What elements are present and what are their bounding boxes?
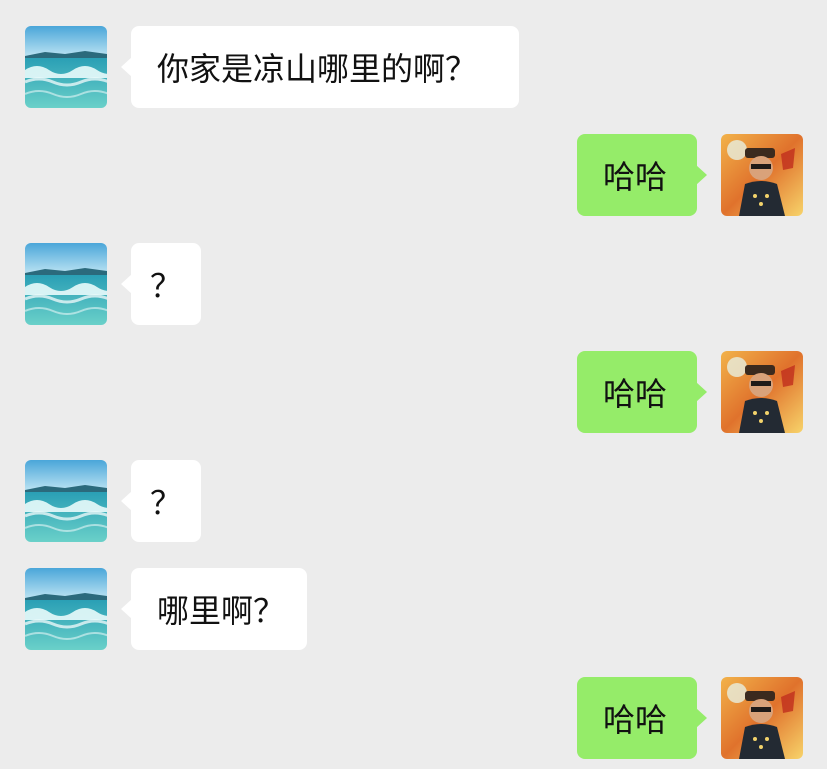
sea-waves-icon xyxy=(25,243,107,325)
message-bubble[interactable]: 你家是凉山哪里的啊？ xyxy=(121,26,519,108)
message-bubble[interactable]: 哈哈 xyxy=(577,351,707,433)
cartoon-character-icon xyxy=(721,677,803,759)
message-text: ？ xyxy=(149,484,182,522)
message-bubble[interactable]: 哪里啊？ xyxy=(121,568,307,650)
contact-avatar[interactable] xyxy=(25,568,107,650)
my-avatar[interactable] xyxy=(721,677,803,759)
message-text: 哪里啊？ xyxy=(157,592,286,630)
message-text: 哈哈 xyxy=(603,701,668,739)
sea-waves-icon xyxy=(25,26,107,108)
message-bubble[interactable]: 哈哈 xyxy=(577,677,707,759)
message-bubble[interactable]: ？ xyxy=(121,460,201,542)
chat-area: 你家是凉山哪里的啊？ 哈哈 ？ 哈哈 ？ 哪里啊？ 哈哈 xyxy=(0,0,827,769)
message-text: 你家是凉山哪里的啊？ xyxy=(157,50,478,88)
my-avatar[interactable] xyxy=(721,351,803,433)
message-text: 哈哈 xyxy=(603,375,668,413)
my-avatar[interactable] xyxy=(721,134,803,216)
cartoon-character-icon xyxy=(721,134,803,216)
message-bubble[interactable]: ？ xyxy=(121,243,201,325)
message-text: 哈哈 xyxy=(603,158,668,196)
contact-avatar[interactable] xyxy=(25,243,107,325)
sea-waves-icon xyxy=(25,568,107,650)
contact-avatar[interactable] xyxy=(25,26,107,108)
sea-waves-icon xyxy=(25,460,107,542)
contact-avatar[interactable] xyxy=(25,460,107,542)
message-text: ？ xyxy=(149,267,182,305)
message-bubble[interactable]: 哈哈 xyxy=(577,134,707,216)
cartoon-character-icon xyxy=(721,351,803,433)
